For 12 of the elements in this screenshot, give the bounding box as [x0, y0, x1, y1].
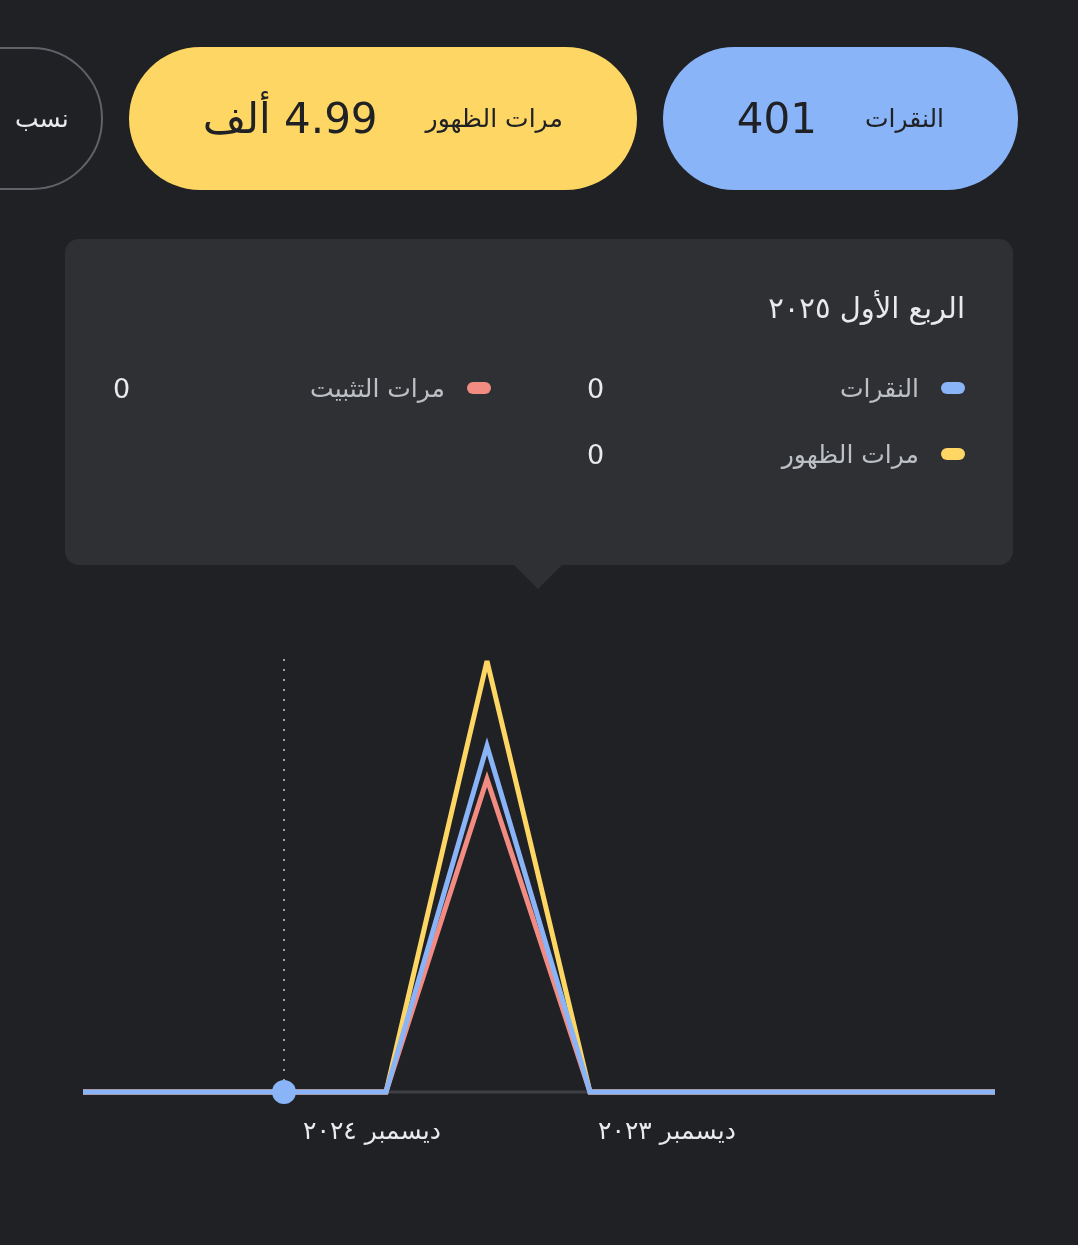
series-value: 0	[587, 438, 605, 470]
series-value: 0	[113, 372, 131, 404]
metric-chip[interactable]: نسب	[0, 47, 103, 190]
axis-label: ديسمبر ٢٠٢٣	[598, 1116, 736, 1145]
series-value: 0	[587, 372, 605, 404]
series-name: النقرات	[838, 373, 919, 403]
axis-label: ديسمبر ٢٠٢٤	[303, 1116, 441, 1145]
hover-point[interactable]	[272, 1080, 296, 1104]
series-name: مرات التثبيت	[309, 373, 445, 403]
metric-chip[interactable]: مرات الظهور 4.99 ألف	[128, 47, 637, 190]
tooltip-title: الربع الأول ٢٠٢٥	[767, 291, 965, 325]
series-name: مرات الظهور	[779, 439, 919, 469]
